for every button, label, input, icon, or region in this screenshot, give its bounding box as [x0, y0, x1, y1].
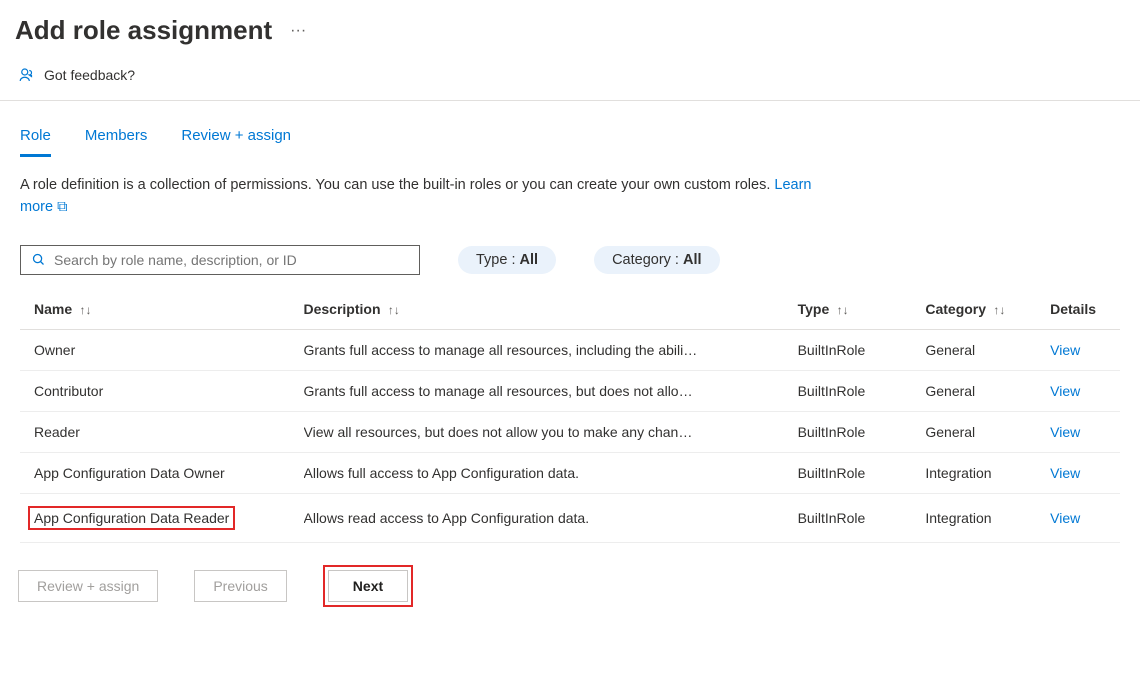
view-link[interactable]: View: [1050, 465, 1106, 481]
feedback-label: Got feedback?: [44, 67, 135, 83]
table-row[interactable]: ReaderView all resources, but does not a…: [20, 412, 1120, 453]
col-details: Details: [1050, 301, 1106, 317]
cell-category: General: [925, 342, 1050, 358]
cell-name: Reader: [34, 424, 304, 440]
role-description: A role definition is a collection of per…: [0, 157, 840, 225]
external-link-icon: ⧉: [57, 199, 67, 215]
filter-category[interactable]: Category : All: [594, 246, 719, 274]
cell-category: General: [925, 383, 1050, 399]
table-row[interactable]: ContributorGrants full access to manage …: [20, 371, 1120, 412]
tab-review-assign[interactable]: Review + assign: [181, 119, 291, 157]
sort-icon: ↑↓: [833, 303, 848, 317]
cell-category: Integration: [925, 465, 1050, 481]
cell-description: Allows full access to App Configuration …: [304, 465, 798, 481]
view-link[interactable]: View: [1050, 383, 1106, 399]
more-icon[interactable]: ···: [290, 22, 306, 40]
page-title: Add role assignment: [15, 15, 272, 46]
feedback-icon: [18, 66, 36, 84]
filter-type[interactable]: Type : All: [458, 246, 556, 274]
sort-icon: ↑↓: [990, 303, 1005, 317]
cell-name: App Configuration Data Owner: [34, 465, 304, 481]
cell-type: BuiltInRole: [798, 465, 926, 481]
cell-name: Contributor: [34, 383, 304, 399]
tab-role[interactable]: Role: [20, 119, 51, 157]
cell-type: BuiltInRole: [798, 383, 926, 399]
sort-icon: ↑↓: [385, 303, 400, 317]
previous-button[interactable]: Previous: [194, 570, 286, 602]
col-name[interactable]: Name ↑↓: [34, 301, 304, 317]
cell-type: BuiltInRole: [798, 342, 926, 358]
view-link[interactable]: View: [1050, 510, 1106, 526]
table-row[interactable]: OwnerGrants full access to manage all re…: [20, 330, 1120, 371]
feedback-link[interactable]: Got feedback?: [0, 56, 1140, 101]
table-row[interactable]: App Configuration Data OwnerAllows full …: [20, 453, 1120, 494]
cell-description: View all resources, but does not allow y…: [304, 424, 798, 440]
cell-name: App Configuration Data Reader: [34, 506, 304, 530]
col-category[interactable]: Category ↑↓: [925, 301, 1050, 317]
tab-members[interactable]: Members: [85, 119, 148, 157]
cell-type: BuiltInRole: [798, 424, 926, 440]
cell-description: Grants full access to manage all resourc…: [304, 383, 798, 399]
review-assign-button[interactable]: Review + assign: [18, 570, 158, 602]
cell-category: General: [925, 424, 1050, 440]
col-type[interactable]: Type ↑↓: [798, 301, 926, 317]
cell-category: Integration: [925, 510, 1050, 526]
next-button[interactable]: Next: [328, 570, 408, 602]
col-description[interactable]: Description ↑↓: [304, 301, 798, 317]
search-field[interactable]: [54, 252, 409, 268]
cell-description: Grants full access to manage all resourc…: [304, 342, 798, 358]
highlighted-role: App Configuration Data Reader: [28, 506, 235, 530]
cell-description: Allows read access to App Configuration …: [304, 510, 798, 526]
view-link[interactable]: View: [1050, 424, 1106, 440]
table-row[interactable]: App Configuration Data ReaderAllows read…: [20, 494, 1120, 543]
search-icon: [31, 252, 46, 267]
search-input[interactable]: [20, 245, 420, 275]
cell-name: Owner: [34, 342, 304, 358]
cell-type: BuiltInRole: [798, 510, 926, 526]
view-link[interactable]: View: [1050, 342, 1106, 358]
sort-icon: ↑↓: [76, 303, 91, 317]
